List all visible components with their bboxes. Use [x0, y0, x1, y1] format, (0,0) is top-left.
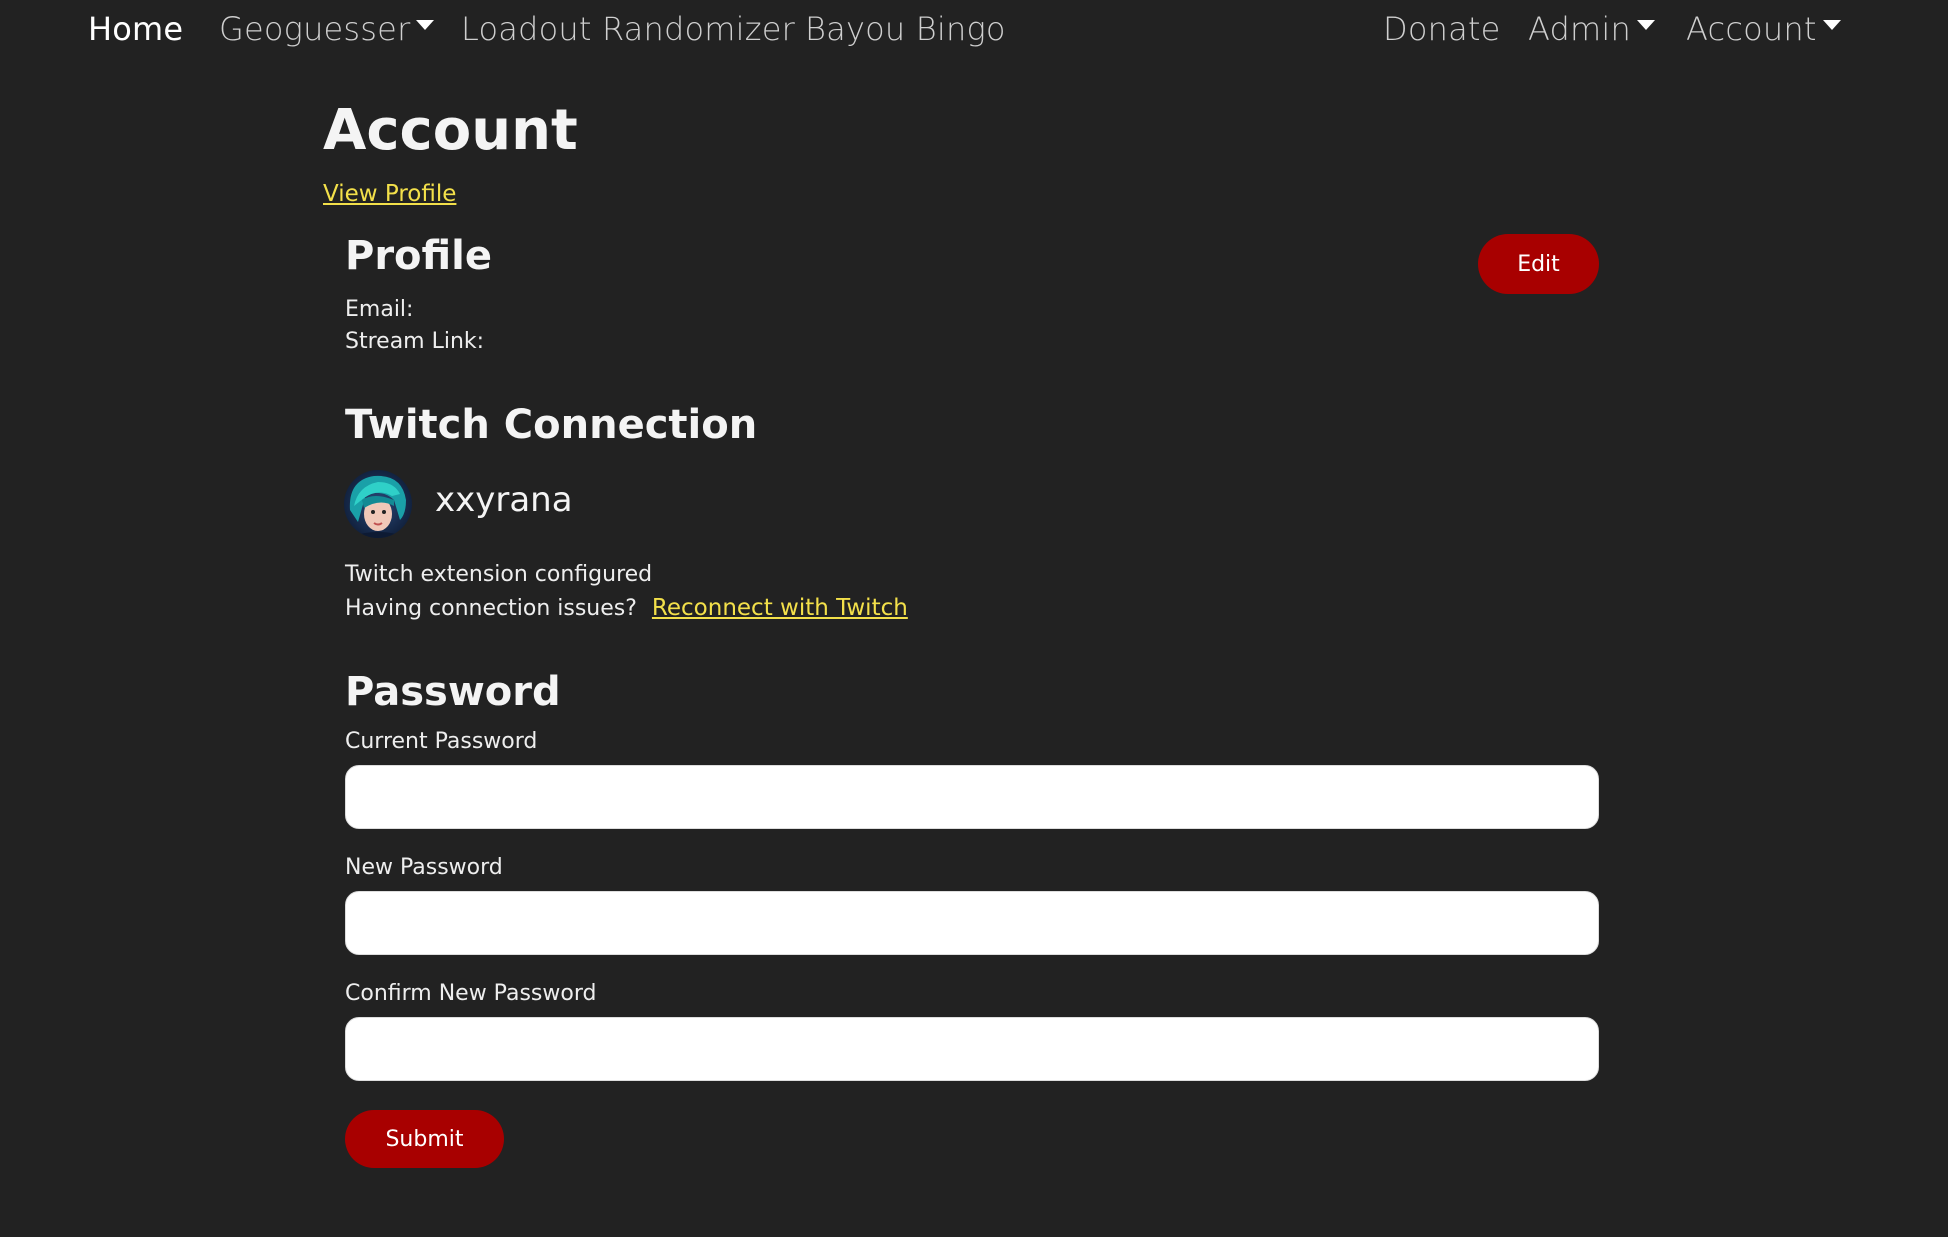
- submit-password-button[interactable]: Submit: [345, 1110, 504, 1168]
- nav-account-label: Account: [1686, 10, 1817, 48]
- connection-issues-text: Having connection issues? Reconnect with…: [345, 595, 908, 621]
- nav-loadout-randomizer[interactable]: Loadout Randomizer: [461, 10, 795, 48]
- view-profile-link[interactable]: View Profile: [323, 181, 456, 207]
- page-title: Account: [323, 98, 578, 163]
- nav-geoguesser-dropdown[interactable]: Geoguesser: [219, 10, 435, 48]
- current-password-input[interactable]: [345, 765, 1599, 829]
- nav-donate[interactable]: Donate: [1383, 10, 1501, 48]
- current-password-label: Current Password: [345, 729, 538, 754]
- confirm-password-label: Confirm New Password: [345, 981, 597, 1006]
- email-label: Email:: [345, 297, 414, 322]
- twitch-avatar-image: [344, 470, 412, 538]
- twitch-username: xxyrana: [435, 480, 573, 520]
- avatar: [344, 470, 412, 538]
- nav-admin-dropdown[interactable]: Admin: [1528, 10, 1655, 48]
- nav-account-dropdown[interactable]: Account: [1686, 10, 1841, 48]
- nav-admin-label: Admin: [1528, 10, 1631, 48]
- nav-bayou-bingo[interactable]: Bayou Bingo: [805, 10, 1006, 48]
- edit-profile-button[interactable]: Edit: [1478, 234, 1599, 294]
- twitch-connection-heading: Twitch Connection: [345, 402, 758, 448]
- top-navbar: Home Geoguesser Loadout Randomizer Bayou…: [0, 0, 1948, 62]
- reconnect-twitch-link[interactable]: Reconnect with Twitch: [652, 595, 908, 621]
- chevron-down-icon: [416, 20, 435, 30]
- profile-heading: Profile: [345, 233, 493, 279]
- stream-link-label: Stream Link:: [345, 329, 485, 354]
- nav-geoguesser-label: Geoguesser: [219, 10, 411, 48]
- new-password-label: New Password: [345, 855, 503, 880]
- chevron-down-icon: [1636, 20, 1655, 30]
- confirm-password-input[interactable]: [345, 1017, 1599, 1081]
- nav-home[interactable]: Home: [88, 10, 183, 48]
- new-password-input[interactable]: [345, 891, 1599, 955]
- twitch-status-text: Twitch extension configured: [345, 562, 653, 587]
- connection-issues-label: Having connection issues?: [345, 596, 637, 621]
- chevron-down-icon: [1822, 20, 1841, 30]
- password-heading: Password: [345, 669, 561, 715]
